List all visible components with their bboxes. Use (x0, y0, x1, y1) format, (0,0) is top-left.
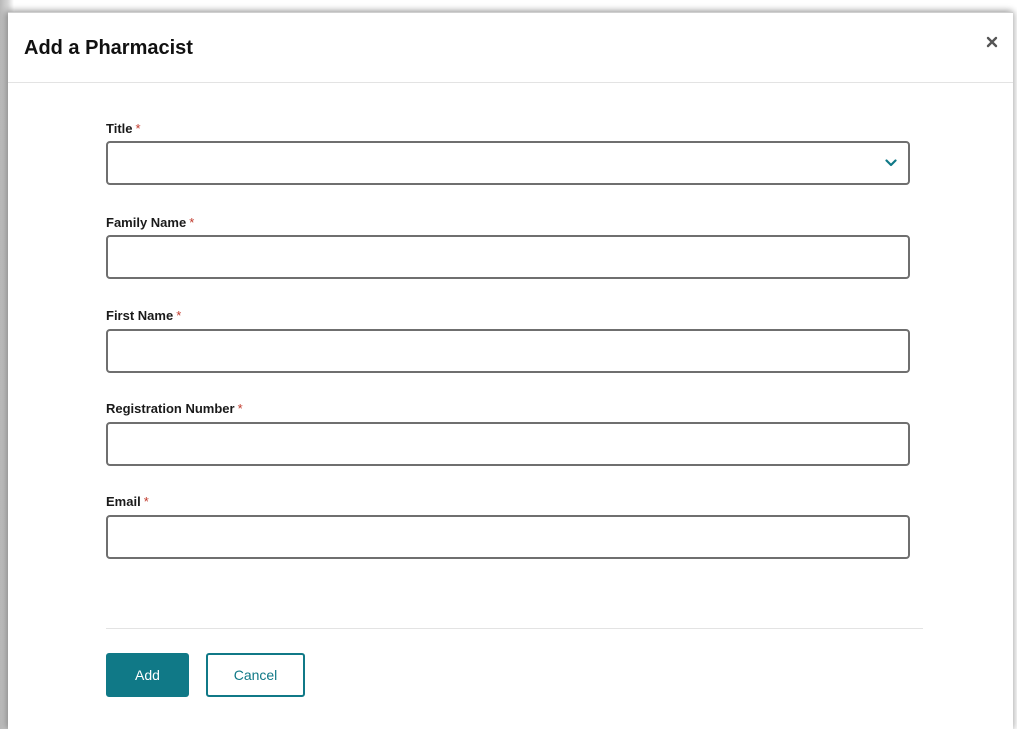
family-name-field[interactable] (106, 235, 910, 279)
email-label: Email * (106, 494, 149, 509)
registration-number-input[interactable] (108, 424, 908, 464)
title-select[interactable] (106, 141, 910, 185)
title-label: Title * (106, 121, 141, 136)
registration-number-label: Registration Number * (106, 401, 243, 416)
required-marker: * (143, 494, 149, 509)
add-pharmacist-dialog: Add a Pharmacist Title * Family Name * F… (8, 12, 1013, 729)
footer-divider (106, 628, 923, 629)
email-input[interactable] (108, 517, 908, 557)
title-label-text: Title (106, 121, 133, 136)
dialog-title: Add a Pharmacist (24, 37, 193, 59)
first-name-input[interactable] (108, 331, 908, 371)
email-field[interactable] (106, 515, 910, 559)
registration-number-field[interactable] (106, 422, 910, 466)
registration-number-label-text: Registration Number (106, 401, 235, 416)
required-marker: * (135, 121, 141, 136)
chevron-down-icon (885, 159, 897, 167)
required-marker: * (189, 215, 195, 230)
add-button[interactable]: Add (106, 653, 189, 697)
first-name-field[interactable] (106, 329, 910, 373)
first-name-label: First Name * (106, 308, 181, 323)
page-backdrop: Add a Pharmacist Title * Family Name * F… (0, 0, 1017, 729)
family-name-label-text: Family Name (106, 215, 187, 230)
family-name-input[interactable] (108, 237, 908, 277)
first-name-label-text: First Name (106, 308, 174, 323)
close-button[interactable] (983, 33, 1001, 51)
family-name-label: Family Name * (106, 215, 194, 230)
cancel-button[interactable]: Cancel (206, 653, 305, 697)
required-marker: * (237, 401, 243, 416)
required-marker: * (176, 308, 182, 323)
close-icon (986, 36, 998, 48)
dialog-header: Add a Pharmacist (8, 13, 1013, 83)
email-label-text: Email (106, 494, 141, 509)
